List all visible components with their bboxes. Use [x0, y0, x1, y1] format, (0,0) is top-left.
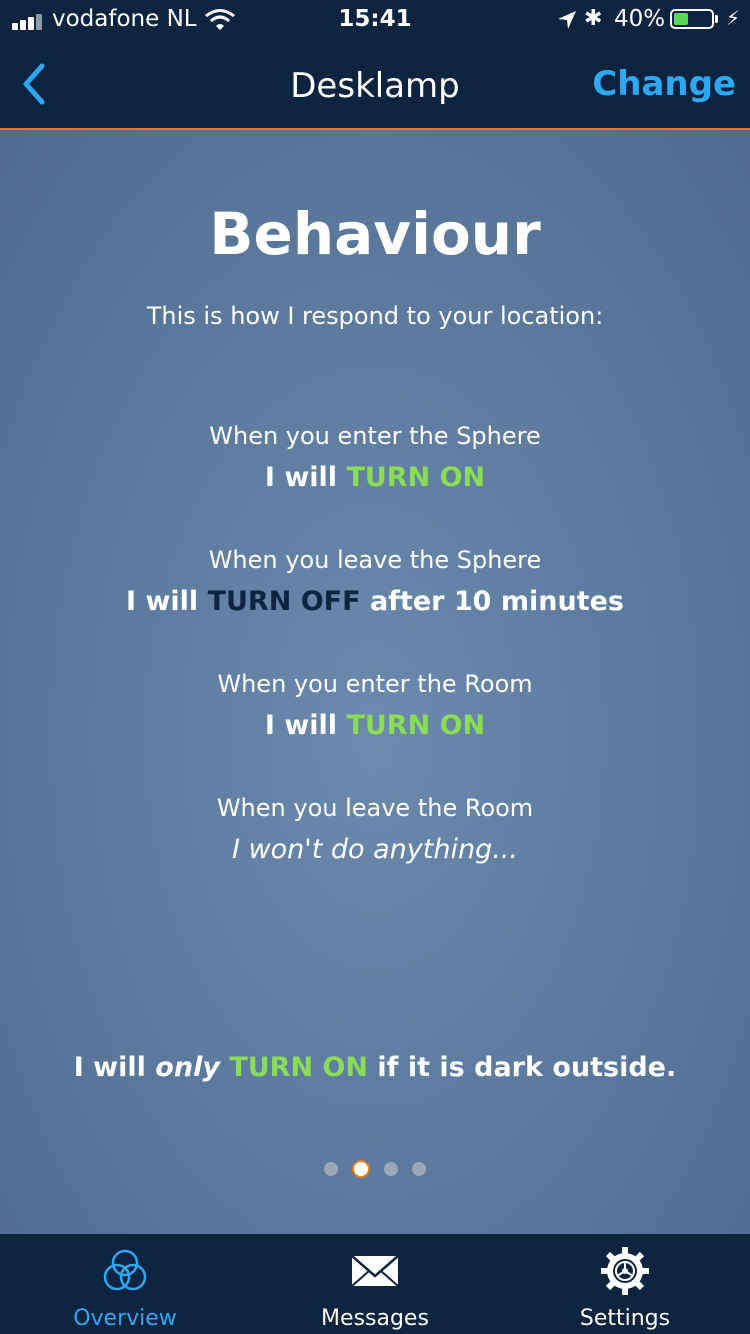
rule-prefix: I will — [264, 710, 347, 741]
rule-enter-room: When you enter the Room I will TURN ON — [0, 670, 750, 741]
top-bar: vodafone NL 15:41 ✱ 40% ⚡ Desklamp Chang… — [0, 0, 750, 130]
rule-action-verb: TURN ON — [346, 462, 486, 493]
rule-leave-sphere: When you leave the Sphere I will TURN OF… — [0, 546, 750, 617]
page-dot[interactable] — [352, 1160, 370, 1178]
rule-suffix: after 10 minutes — [360, 586, 624, 617]
rule-action: I will TURN OFF after 10 minutes — [0, 586, 750, 617]
tab-bar: Overview Messages Settings — [0, 1234, 750, 1334]
rule-prefix: I will — [264, 462, 347, 493]
tab-overview[interactable]: Overview — [0, 1234, 250, 1334]
page-dot[interactable] — [324, 1162, 338, 1176]
rule-action-verb: TURN ON — [346, 710, 486, 741]
behaviour-panel: Behaviour This is how I respond to your … — [0, 130, 750, 1234]
page-indicator[interactable] — [0, 1160, 750, 1178]
behaviour-heading: Behaviour — [209, 200, 541, 268]
battery-percent: 40% — [614, 6, 666, 32]
battery-icon — [670, 9, 714, 29]
behaviour-subtitle: This is how I respond to your location: — [146, 302, 604, 330]
rule-condition: When you enter the Sphere — [209, 422, 541, 450]
battery-tip — [715, 15, 718, 23]
darkness-condition: I will only TURN ON if it is dark outsid… — [0, 1052, 750, 1083]
rule-action: I will TURN ON — [0, 710, 750, 741]
tab-label: Settings — [579, 1306, 671, 1331]
final-suffix: if it is dark outside. — [368, 1052, 677, 1083]
change-button[interactable]: Change — [592, 64, 736, 104]
page-dot[interactable] — [384, 1162, 398, 1176]
final-action-verb: TURN ON — [229, 1052, 369, 1083]
rule-leave-room: When you leave the Room I won't do anyth… — [0, 794, 750, 865]
rule-action: I will TURN ON — [0, 462, 750, 493]
tab-settings[interactable]: Settings — [500, 1234, 750, 1334]
final-prefix: I will — [73, 1052, 156, 1083]
bluetooth-icon: ✱ — [584, 6, 603, 31]
location-icon — [558, 11, 576, 29]
envelope-icon — [351, 1255, 399, 1287]
tab-label: Messages — [321, 1306, 429, 1331]
overview-icon — [103, 1249, 147, 1291]
rule-condition: When you enter the Room — [217, 670, 533, 698]
tab-label: Overview — [73, 1306, 177, 1331]
page-dot[interactable] — [412, 1162, 426, 1176]
gear-icon — [601, 1247, 649, 1295]
tab-messages[interactable]: Messages — [250, 1234, 500, 1334]
status-bar: vodafone NL 15:41 ✱ 40% ⚡ — [0, 0, 750, 40]
rule-action-verb: TURN OFF — [207, 586, 361, 617]
final-emphasis: only — [155, 1052, 220, 1083]
rule-enter-sphere: When you enter the Sphere I will TURN ON — [0, 422, 750, 493]
charging-icon: ⚡ — [726, 6, 741, 30]
rule-condition: When you leave the Sphere — [208, 546, 542, 574]
rule-action: I won't do anything... — [232, 834, 518, 865]
rule-prefix: I will — [126, 586, 208, 617]
rule-condition: When you leave the Room — [216, 794, 534, 822]
